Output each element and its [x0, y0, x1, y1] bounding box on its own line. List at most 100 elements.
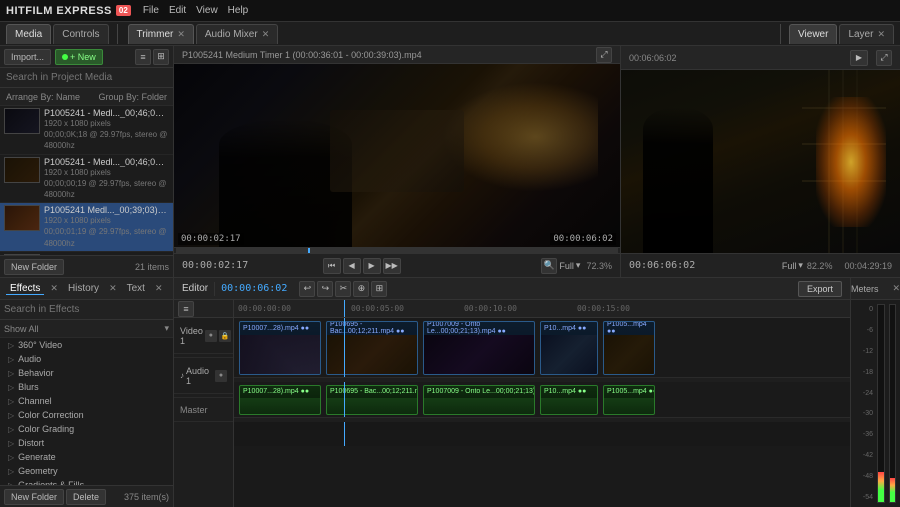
expand-icon[interactable]: ⤢ — [596, 47, 612, 63]
trimmer-timecode-overlay: 00:00:02:17 — [178, 233, 244, 245]
paste-icon[interactable]: ⊞ — [371, 281, 387, 297]
tab-audio-mixer[interactable]: Audio Mixer ✕ — [196, 24, 278, 44]
effect-generate[interactable]: ▷ Generate — [0, 450, 173, 464]
menu-edit[interactable]: Edit — [169, 5, 186, 16]
media-thumb — [4, 205, 40, 231]
tab-text[interactable]: Text — [123, 283, 149, 294]
meters-panel: Meters ✕ 0 -6 -12 -18 -24 -30 -36 -42 -4… — [850, 278, 900, 507]
video-track-row[interactable]: P10007...28).mp4 ●● P100695 - Bac...00;1… — [234, 318, 850, 378]
step-forward-button[interactable]: ▶▶ — [383, 258, 401, 274]
video-playhead — [344, 318, 345, 377]
trimmer-video-area[interactable]: 00:00:02:17 00:00:06:02 — [174, 64, 620, 247]
viewer-play-button[interactable]: ▶ — [850, 50, 868, 66]
play-button[interactable]: ▶ — [363, 258, 381, 274]
master-track-row — [234, 422, 850, 446]
playhead[interactable] — [344, 300, 345, 317]
audio-clip-1[interactable]: P10007...28).mp4 ●● — [239, 385, 321, 415]
menu-view[interactable]: View — [196, 5, 218, 16]
list-view-icon[interactable]: ≡ — [135, 49, 151, 65]
audio-clip-4[interactable]: P10...mp4 ●● — [540, 385, 598, 415]
timeline-tracks[interactable]: 00:00:00:00 00:00:05:00 00:00:10:00 00:0… — [234, 300, 850, 507]
menu-help[interactable]: Help — [228, 5, 249, 16]
video-clip-5[interactable]: P1005...mp4 ●● — [603, 321, 655, 375]
master-track-label: Master — [174, 398, 233, 422]
menu-bar: File Edit View Help — [143, 5, 248, 16]
timeline-ruler: 00:00:00:00 00:00:05:00 00:00:10:00 00:0… — [234, 300, 850, 318]
media-item[interactable]: P1005241 - Medl..._00;46;02).mp4 1920 x … — [0, 155, 173, 204]
cut-icon[interactable]: ✂ — [335, 281, 351, 297]
effect-audio[interactable]: ▷ Audio — [0, 352, 173, 366]
meter-left-fill — [878, 472, 884, 502]
audio-track-row[interactable]: P10007...28).mp4 ●● P100695 - Bac...00;1… — [234, 382, 850, 418]
effects-new-folder-button[interactable]: New Folder — [4, 489, 64, 505]
tab-layer-close[interactable]: ✕ — [877, 29, 885, 40]
tab-viewer[interactable]: Viewer — [789, 24, 837, 44]
undo-icon[interactable]: ↩ — [299, 281, 315, 297]
audio-clip-2[interactable]: P100695 - Bac...00;12;211.mp4 ●● — [326, 385, 418, 415]
video-clip-1[interactable]: P10007...28).mp4 ●● — [239, 321, 321, 375]
new-folder-button[interactable]: New Folder — [4, 259, 64, 275]
effects-search-bar — [0, 300, 173, 320]
tab-history[interactable]: History — [64, 283, 103, 294]
video-clip-3[interactable]: P1007009 - Onto Le...00;00;21;13).mp4 ●● — [423, 321, 535, 375]
grid-view-icon[interactable]: ⊞ — [153, 49, 169, 65]
step-back-button[interactable]: ◀ — [343, 258, 361, 274]
trimmer-video-frame — [174, 64, 620, 247]
copy-icon[interactable]: ⊕ — [353, 281, 369, 297]
prev-frame-button[interactable]: ⏮ — [323, 258, 341, 274]
new-button[interactable]: + New — [55, 49, 103, 65]
media-search-input[interactable] — [6, 72, 167, 83]
trimmer-scrubber[interactable] — [176, 248, 618, 253]
effect-blurs[interactable]: ▷ Blurs — [0, 380, 173, 394]
viewer-controls: 00:06:06:02 Full▾ 82.2% 00:04:29:19 — [621, 253, 900, 277]
audio-clip-3[interactable]: P1007009 - Onto Le...00;00;21;13).mp4 ●● — [423, 385, 535, 415]
quality-display: Full ▾ — [559, 260, 580, 271]
track-lock-icon[interactable]: 🔒 — [219, 330, 231, 342]
effects-delete-button[interactable]: Delete — [66, 489, 106, 505]
effect-color-correction[interactable]: ▷ Color Correction — [0, 408, 173, 422]
viewer-time2: 00:04:29:19 — [844, 261, 892, 271]
effect-geometry[interactable]: ▷ Geometry — [0, 464, 173, 478]
effects-header: Effects ✕ History ✕ Text ✕ — [0, 278, 173, 300]
media-item-selected[interactable]: P1005241 Medl..._00;39;03).mp4 1920 x 10… — [0, 203, 173, 252]
media-list: P1005241 - Medl..._00;46;02).mp4 1920 x … — [0, 106, 173, 255]
video-clip-4[interactable]: P10...mp4 ●● — [540, 321, 598, 375]
tab-trimmer-close[interactable]: ✕ — [177, 29, 185, 40]
effect-behavior[interactable]: ▷ Behavior — [0, 366, 173, 380]
workspace: Media Controls Trimmer ✕ Audio Mixer ✕ V… — [0, 22, 900, 507]
tab-media[interactable]: Media — [6, 24, 51, 44]
effect-color-grading[interactable]: ▷ Color Grading — [0, 422, 173, 436]
track-mute-icon[interactable]: ● — [205, 330, 217, 342]
zoom-out-icon[interactable]: 🔍 — [541, 258, 557, 274]
tab-controls[interactable]: Controls — [53, 24, 108, 44]
media-meta: 1920 x 1080 pixels00;00;01;19 @ 29.97fps… — [44, 215, 169, 249]
export-button[interactable]: Export — [798, 281, 842, 297]
effects-search-input[interactable] — [4, 304, 169, 315]
main-content: Import... + New ≡ ⊞ Arrange By: Name Gro… — [0, 46, 900, 277]
import-button[interactable]: Import... — [4, 49, 51, 65]
effects-filter-bar: Show All ▾ — [0, 320, 173, 338]
video-clip-2[interactable]: P100695 - Bac...00;12;211.mp4 ●● — [326, 321, 418, 375]
tab-effects[interactable]: Effects — [6, 283, 44, 295]
media-item[interactable]: P1005241 - Medl..._00;46;02).mp4 1920 x … — [0, 106, 173, 155]
video-track-label: Video 1 ● 🔒 — [174, 318, 233, 354]
effect-distort[interactable]: ▷ Distort — [0, 436, 173, 450]
tracks-menu-icon[interactable]: ≡ — [178, 301, 194, 317]
app-name: HITFILM EXPRESS — [6, 5, 112, 17]
tab-audio-mixer-close[interactable]: ✕ — [262, 29, 270, 40]
viewer-expand-icon[interactable]: ⤢ — [876, 50, 892, 66]
tab-layer[interactable]: Layer ✕ — [839, 24, 894, 44]
effect-channel[interactable]: ▷ Channel — [0, 394, 173, 408]
audio-mute-icon[interactable]: ● — [215, 370, 227, 382]
trimmer-playhead[interactable] — [308, 248, 310, 253]
redo-icon[interactable]: ↪ — [317, 281, 333, 297]
effect-360-video[interactable]: ▷ 360° Video — [0, 338, 173, 352]
effects-footer: New Folder Delete 375 item(s) — [0, 485, 173, 507]
audio-clip-5[interactable]: P1005...mp4 ●● — [603, 385, 655, 415]
editor-title: Editor — [182, 283, 208, 294]
tabs-row: Media Controls Trimmer ✕ Audio Mixer ✕ V… — [0, 22, 900, 46]
tab-trimmer[interactable]: Trimmer ✕ — [128, 24, 194, 44]
effect-gradients-fills[interactable]: ▷ Gradients & Fills — [0, 478, 173, 485]
menu-file[interactable]: File — [143, 5, 159, 16]
meters-header: Meters ✕ — [851, 278, 900, 300]
